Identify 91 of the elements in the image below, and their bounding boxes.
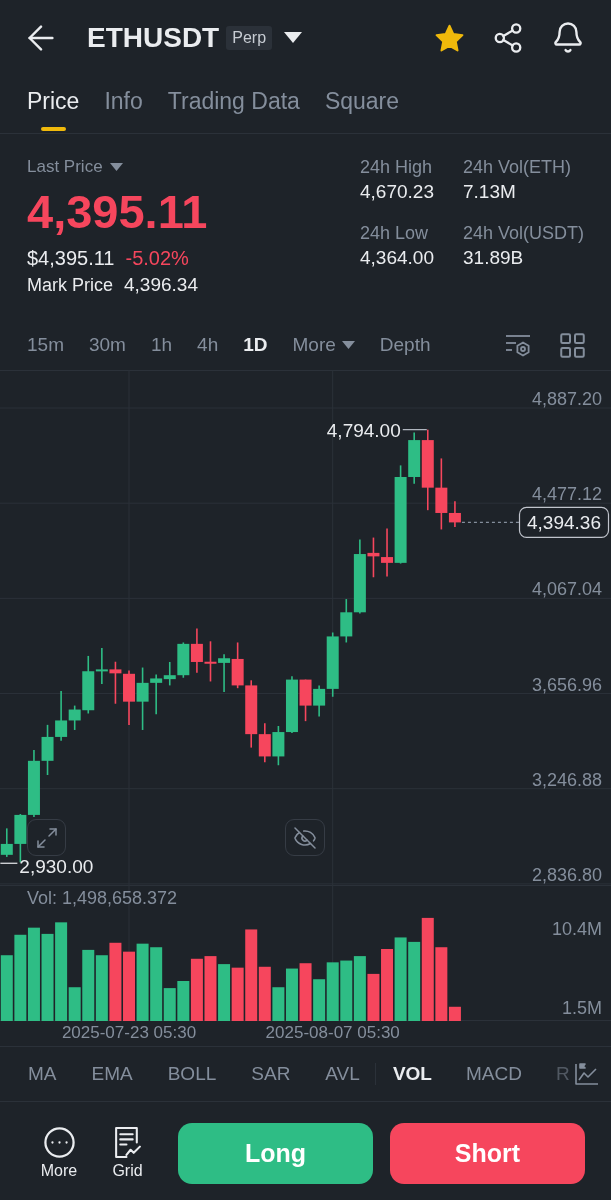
stat-value: 4,364.00: [360, 247, 435, 269]
volume-bar: [340, 960, 353, 1021]
price-axis-label: 4,067.04: [531, 579, 602, 600]
symbol-title[interactable]: ETHUSDT: [87, 20, 220, 55]
volume-legend: Vol: 1,498,658.372: [27, 888, 178, 908]
usd-price: $4,395.11: [27, 247, 115, 269]
price-axis-label: 4,887.20: [531, 389, 602, 409]
mark-price-label: Mark Price: [27, 275, 113, 295]
stat-value: 31.89B: [463, 247, 525, 269]
hide-indicators-button[interactable]: [285, 819, 325, 856]
volume-axis-label: 1.5M: [561, 997, 602, 1018]
star-icon[interactable]: [435, 23, 464, 52]
candlestick: [123, 669, 135, 726]
price-axis-label: 4,477.12: [531, 484, 602, 505]
volume-axis-label: 10.4M: [551, 918, 602, 939]
tab[interactable]: Square: [324, 75, 400, 133]
indicator-tab[interactable]: SAR: [251, 1063, 291, 1085]
high-price-label: 4,794.00: [326, 420, 401, 442]
volume-bar: [204, 956, 217, 1021]
candlestick: [218, 653, 231, 693]
indicator-tab[interactable]: EMA: [91, 1063, 133, 1085]
date-axis-label: 2025-07-23 05:30: [61, 1023, 197, 1043]
caret-down-icon[interactable]: [109, 163, 123, 171]
stat-label: 24h High: [360, 157, 434, 177]
contract-type-badge: Perp: [226, 25, 273, 50]
more-icon[interactable]: [43, 1127, 75, 1158]
depth-tab[interactable]: Depth: [379, 334, 431, 356]
tab[interactable]: Info: [104, 75, 143, 133]
share-icon[interactable]: [494, 22, 522, 53]
expand-icon: [36, 827, 57, 848]
indicator-tab[interactable]: VOL: [392, 1063, 432, 1085]
tab[interactable]: Price: [27, 75, 80, 133]
candlestick: [190, 627, 203, 674]
candlestick: [285, 675, 298, 734]
chart-settings-icon[interactable]: [505, 333, 531, 357]
leader-line: [0, 862, 18, 864]
stat-label: 24h Low: [360, 223, 430, 243]
caret-down-icon[interactable]: [341, 341, 355, 349]
price-axis-label: 3,656.96: [531, 674, 602, 695]
candlestick: [204, 640, 217, 683]
volume-bar: [123, 951, 135, 1021]
candlestick: [41, 724, 54, 776]
candlestick: [272, 725, 285, 767]
price-change: -5.02%: [125, 247, 189, 269]
long-button[interactable]: Long: [178, 1123, 373, 1184]
price-axis-label: 3,246.88: [531, 769, 602, 790]
timeframe-tab[interactable]: 1D: [243, 334, 268, 356]
indicator-tab[interactable]: MACD: [465, 1063, 522, 1085]
timeframe-tab[interactable]: 30m: [88, 334, 126, 356]
timeframe-tab[interactable]: 4h: [197, 334, 219, 356]
volume-bar: [218, 964, 231, 1021]
price-type-dropdown[interactable]: Last Price: [27, 157, 208, 177]
low-price-label: 2,930.00: [19, 855, 94, 877]
stat-label: 24h Vol(ETH): [463, 157, 573, 177]
indicator-tab[interactable]: BOLL: [167, 1063, 217, 1085]
volume-bar: [353, 956, 366, 1021]
volume-bar: [313, 979, 326, 1021]
timeframe-tab[interactable]: 1h: [150, 334, 173, 356]
stat-label: 24h Vol(USDT): [463, 223, 586, 243]
stat-value: 7.13M: [463, 181, 517, 203]
leader-line: [402, 429, 428, 431]
eye-off-icon: [294, 826, 316, 849]
indicator-tab[interactable]: AVL: [325, 1063, 360, 1085]
candlestick: [27, 749, 40, 818]
dropdown-caret-icon[interactable]: [284, 32, 303, 43]
last-price: 4,395.11: [27, 188, 208, 236]
document-chart-icon[interactable]: [114, 1127, 141, 1158]
short-button[interactable]: Short: [390, 1123, 585, 1184]
more-menu-button[interactable]: More: [292, 334, 355, 356]
date-axis-label: 2025-08-07 05:30: [265, 1023, 400, 1043]
volume-bar: [0, 955, 13, 1021]
candlestick: [299, 678, 312, 722]
price-axis-label: 2,836.80: [531, 864, 602, 885]
volume-bar: [326, 962, 339, 1021]
indicator-chart-icon[interactable]: [575, 1063, 599, 1085]
fullscreen-button[interactable]: [27, 819, 66, 856]
tab[interactable]: Trading Data: [167, 75, 300, 133]
current-price-tag: 4,394.36: [518, 506, 610, 538]
mark-price-value: 4,396.34: [124, 275, 198, 295]
volume-bar: [95, 955, 108, 1021]
action-label[interactable]: Grid: [112, 1162, 143, 1180]
volume-bar: [299, 963, 312, 1021]
candlestick: [109, 660, 122, 705]
notification-bell-icon[interactable]: [554, 22, 582, 53]
indicator-tab[interactable]: MA: [28, 1063, 57, 1085]
timeframe-tab[interactable]: 15m: [27, 334, 64, 356]
back-icon[interactable]: [28, 24, 54, 51]
action-label[interactable]: More: [40, 1162, 78, 1180]
stat-value: 4,670.23: [360, 181, 435, 203]
price-line: [461, 521, 520, 523]
layout-grid-icon[interactable]: [560, 332, 585, 358]
